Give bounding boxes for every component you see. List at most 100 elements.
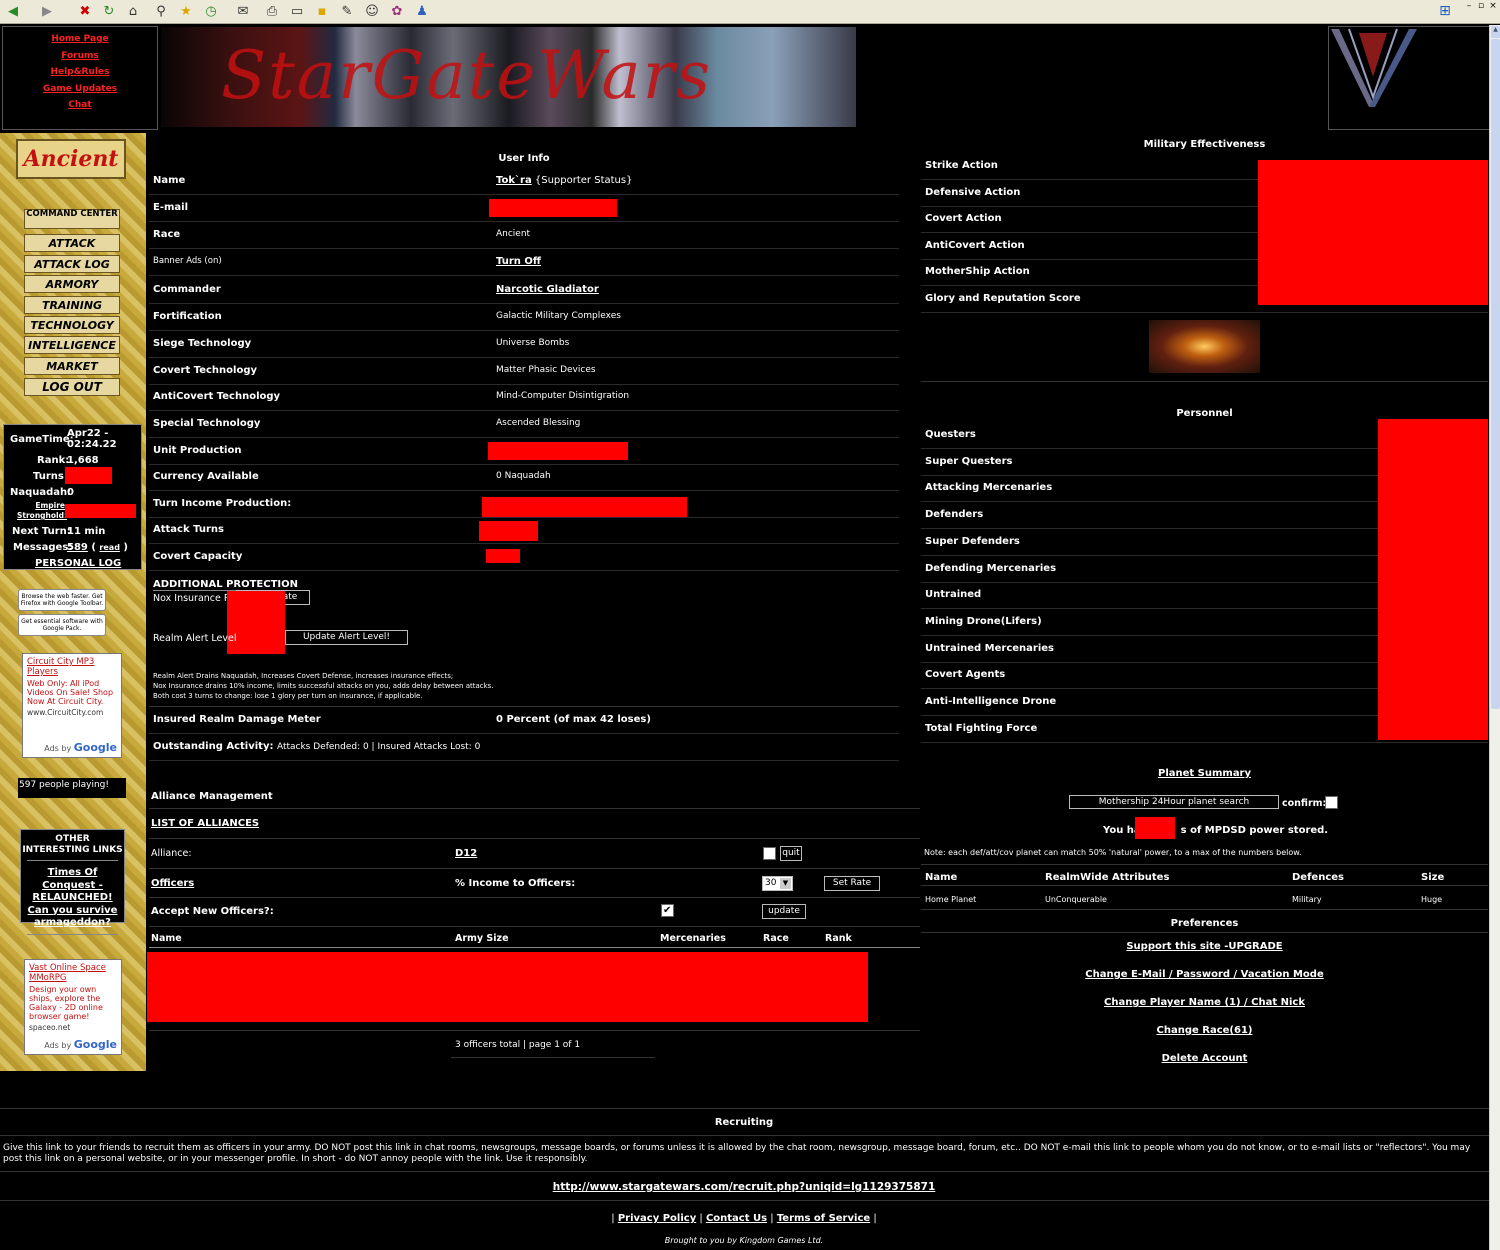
print-icon[interactable]: ⎙ — [263, 3, 281, 21]
personnel-row-label: Super Questers — [925, 455, 1013, 467]
set-rate-button[interactable]: Set Rate — [824, 876, 880, 891]
planet-search-button[interactable]: Mothership 24Hour planet search — [1069, 795, 1279, 809]
messages-count[interactable]: 589 — [67, 542, 88, 553]
info-row: Name Tok`ra {Supporter Status} — [149, 168, 899, 195]
edit-icon[interactable]: ▭ — [288, 3, 306, 21]
players-playing: 597 people playing! — [18, 778, 126, 798]
scroll-thumb[interactable] — [1491, 39, 1500, 709]
chat-link[interactable]: Chat — [3, 97, 157, 114]
confirm-checkbox[interactable] — [1325, 796, 1338, 809]
back-icon[interactable]: ◀ — [4, 3, 22, 21]
refresh-icon[interactable]: ↻ — [100, 3, 118, 21]
discuss-icon[interactable]: ▪ — [313, 3, 331, 21]
contact-us-link[interactable]: Contact Us — [706, 1213, 767, 1224]
footer-links: | Privacy Policy | Contact Us | Terms of… — [611, 1213, 877, 1224]
info-row-value: Narcotic Gladiator — [496, 284, 599, 295]
menu-intelligence[interactable]: INTELLIGENCE — [24, 336, 120, 354]
change-name-link[interactable]: Change Player Name (1) / Chat Nick — [921, 997, 1488, 1025]
menu-training[interactable]: TRAINING — [24, 296, 120, 314]
messenger-icon[interactable]: ☺ — [363, 3, 381, 21]
change-race-link[interactable]: Change Race(61) — [921, 1025, 1488, 1053]
menu-armory[interactable]: ARMORY — [24, 275, 120, 293]
accept-officers-checkbox[interactable] — [661, 904, 674, 917]
alliance-label: Alliance: — [151, 848, 192, 859]
help-rules-link[interactable]: Help&Rules — [3, 64, 157, 81]
info-row-redacted — [479, 521, 538, 541]
alliance-d12-link[interactable]: D12 — [455, 848, 477, 859]
minimize-icon[interactable]: – — [1464, 1, 1474, 11]
upgrade-link[interactable]: Support this site -UPGRADE — [921, 941, 1488, 969]
research-icon[interactable]: ✎ — [338, 3, 356, 21]
game-updates-link[interactable]: Game Updates — [3, 81, 157, 98]
change-email-link[interactable]: Change E-Mail / Password / Vacation Mode — [921, 969, 1488, 997]
home-icon[interactable]: ⌂ — [124, 3, 142, 21]
info-row: Commander Narcotic Gladiator — [149, 277, 899, 304]
favorites-icon[interactable]: ★ — [177, 3, 195, 21]
other-links-title: OTHER INTERESTING LINKS — [22, 834, 123, 855]
planet-note: Note: each def/att/cov planet can match … — [924, 848, 1302, 857]
search-icon[interactable]: ⚲ — [152, 3, 170, 21]
users-icon[interactable]: ♟ — [413, 3, 431, 21]
menu-technology[interactable]: TECHNOLOGY — [24, 316, 120, 334]
info-row-label: Special Technology — [153, 418, 261, 429]
home-page-link[interactable]: Home Page — [3, 31, 157, 48]
ads-by-google[interactable]: Ads by Google — [44, 741, 117, 754]
recruit-url-link[interactable]: http://www.stargatewars.com/recruit.php?… — [0, 1181, 1488, 1193]
menu-command-center[interactable]: COMMAND CENTER — [24, 209, 120, 229]
info-row: Race Ancient — [149, 222, 899, 249]
privacy-policy-link[interactable]: Privacy Policy — [618, 1213, 696, 1224]
plugin-icon[interactable]: ✿ — [388, 3, 406, 21]
forums-link[interactable]: Forums — [3, 48, 157, 65]
mail-icon[interactable]: ✉ — [234, 3, 252, 21]
protection-notes: Realm Alert Drains Naquadah, Increases C… — [153, 672, 494, 700]
officers-footer: 3 officers total | page 1 of 1 — [455, 1040, 581, 1050]
restore-icon[interactable]: ▫ — [1476, 1, 1486, 11]
firefox-toolbar-ad[interactable]: Browse the web faster. Get Firefox with … — [18, 589, 106, 611]
quit-button[interactable]: quit — [780, 846, 802, 861]
update-alert-button[interactable]: Update Alert Level! — [285, 630, 408, 645]
officers-link[interactable]: Officers — [151, 878, 194, 889]
accept-officers-label: Accept New Officers?: — [151, 906, 274, 917]
info-row-value: Galactic Military Complexes — [496, 311, 621, 321]
info-row-link[interactable]: Tok`ra — [496, 175, 532, 186]
menu-market[interactable]: MARKET — [24, 357, 120, 375]
info-row-redacted — [486, 549, 520, 563]
update-button[interactable]: update — [762, 904, 806, 919]
stop-icon[interactable]: ✖ — [76, 3, 94, 21]
planet-summary-link[interactable]: Planet Summary — [921, 768, 1488, 779]
info-row-label: Unit Production — [153, 445, 242, 456]
menu-attack-log[interactable]: ATTACK LOG — [24, 255, 120, 273]
messages-read-link[interactable]: read — [99, 543, 120, 552]
recruiting-title: Recruiting — [714, 1117, 774, 1128]
info-row-label: E-mail — [153, 202, 189, 213]
ad2-title[interactable]: Vast Online Space MMoRPG — [29, 963, 106, 983]
menu-log-out[interactable]: LOG OUT — [24, 378, 120, 396]
forward-icon[interactable]: ▶ — [38, 3, 56, 21]
income-select[interactable]: 30 ▼ — [762, 876, 793, 891]
quit-checkbox[interactable] — [763, 847, 776, 860]
ad1-title[interactable]: Circuit City MP3 Players — [27, 657, 94, 677]
space-mmorpg-ad: Vast Online Space MMoRPG Design your own… — [24, 959, 122, 1055]
google-pack-ad[interactable]: Get essential software with Google Pack. — [18, 614, 106, 636]
info-row-link[interactable]: Narcotic Gladiator — [496, 284, 599, 295]
menu-attack[interactable]: ATTACK — [24, 234, 120, 252]
vertical-scrollbar[interactable]: ▲ — [1489, 25, 1500, 1250]
ads-by-google-2[interactable]: Ads by Google — [44, 1038, 117, 1051]
circuit-city-ad: Circuit City MP3 Players Web Only: All i… — [22, 653, 122, 758]
planet-col-defences: Defences — [1292, 872, 1344, 883]
terms-link[interactable]: Terms of Service — [777, 1213, 870, 1224]
scroll-up-icon[interactable]: ▲ — [1491, 26, 1500, 38]
delete-account-link[interactable]: Delete Account — [921, 1053, 1488, 1081]
empire-stronghold-link[interactable]: Empire Stronghold: — [17, 501, 67, 521]
personal-log-link[interactable]: PERSONAL LOG — [35, 558, 121, 569]
survive-armageddon-link[interactable]: Can you survive armageddon? — [21, 905, 124, 930]
close-icon[interactable]: × — [1488, 1, 1498, 11]
planet-row-size: Huge — [1421, 895, 1443, 904]
ad2-text: Design your own ships, explore the Galax… — [29, 985, 103, 1021]
info-row-link[interactable]: Turn Off — [496, 256, 541, 267]
history-icon[interactable]: ◷ — [202, 3, 220, 21]
planet-row-defences: Military — [1292, 895, 1322, 904]
nox-insurance-label: Nox Insurance Po — [153, 593, 236, 604]
list-of-alliances-link[interactable]: LIST OF ALLIANCES — [151, 818, 259, 829]
times-of-conquest-link[interactable]: Times Of Conquest - RELAUNCHED! — [21, 867, 124, 905]
